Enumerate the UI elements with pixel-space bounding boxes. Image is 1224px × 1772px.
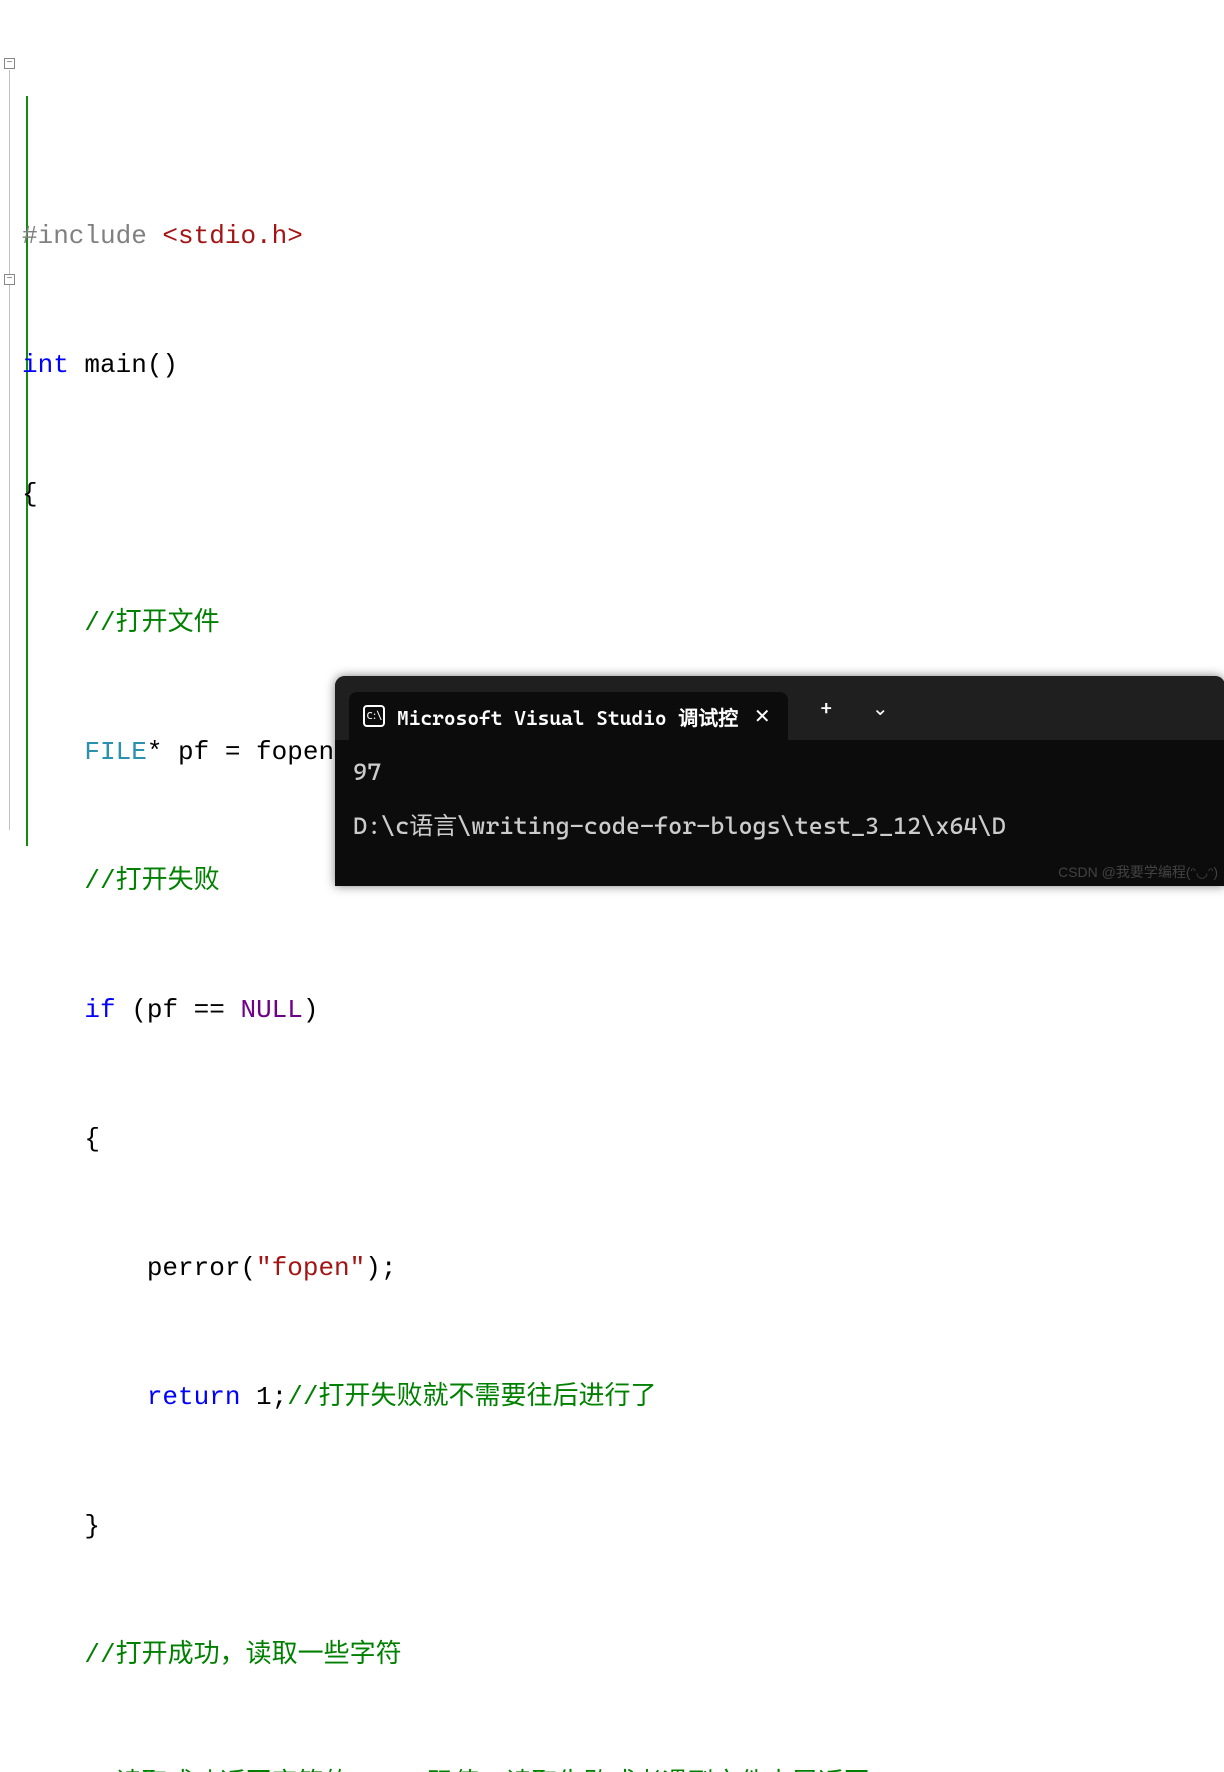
code-line: #include <stdio.h> <box>22 215 1224 258</box>
close-icon[interactable]: ✕ <box>750 704 774 728</box>
code-line: int main() <box>22 344 1224 387</box>
code-line: { <box>22 473 1224 516</box>
gutter: − − <box>0 0 20 1772</box>
code-line: if (pf == NULL) <box>22 989 1224 1032</box>
tab-dropdown-button[interactable]: ⌄ <box>856 684 904 732</box>
code-line: return 1;//打开失败就不需要往后进行了 <box>22 1376 1224 1419</box>
code-line: //打开文件 <box>22 602 1224 645</box>
code-line: perror("fopen"); <box>22 1247 1224 1290</box>
terminal-tab[interactable]: C:\ Microsoft Visual Studio 调试控 ✕ <box>349 692 788 740</box>
fold-main[interactable]: − <box>4 58 15 69</box>
code-line: } <box>22 1505 1224 1548</box>
terminal-icon: C:\ <box>363 705 385 727</box>
terminal-output-line: D:\c语言\writing-code-for-blogs\test_3_12\… <box>353 808 1207 844</box>
fold-if[interactable]: − <box>4 274 15 285</box>
watermark: CSDN @我要学编程(ᵔ◡ᵔ) <box>1058 862 1218 882</box>
terminal-title: Microsoft Visual Studio 调试控 <box>397 702 738 731</box>
terminal-window[interactable]: C:\ Microsoft Visual Studio 调试控 ✕ + ⌄ 97… <box>335 676 1224 886</box>
terminal-body[interactable]: 97 D:\c语言\writing-code-for-blogs\test_3_… <box>335 740 1224 858</box>
code-line: //打开成功，读取一些字符 <box>22 1634 1224 1677</box>
code-line: { <box>22 1118 1224 1161</box>
terminal-titlebar[interactable]: C:\ Microsoft Visual Studio 调试控 ✕ + ⌄ <box>335 676 1224 740</box>
code-editor[interactable]: − − #include <stdio.h> int main() { //打开… <box>0 0 1224 1772</box>
new-tab-button[interactable]: + <box>802 684 850 732</box>
terminal-output-line: 97 <box>353 754 1207 790</box>
code-line: //读取成功返回字符的ASCll码值，读取失败或者遇到文件末尾返回EOF <box>22 1763 1224 1772</box>
